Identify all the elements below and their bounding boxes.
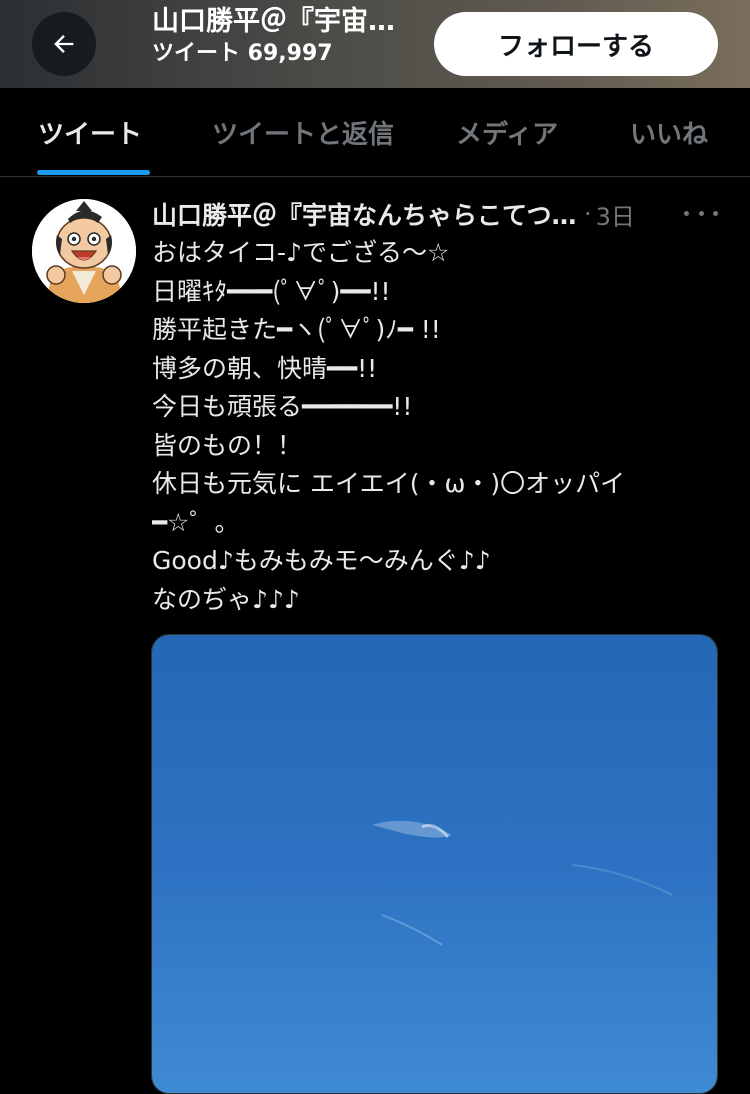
more-horizontal-icon xyxy=(684,210,689,216)
tweet-media-image[interactable] xyxy=(151,634,718,1094)
tab-likes[interactable]: いいね xyxy=(630,88,708,176)
follow-button[interactable]: フォローする xyxy=(434,12,718,76)
tab-media[interactable]: メディア xyxy=(456,88,558,176)
tweet-header: 山口勝平＠『宇宙なんちゃらこてつくん』 · 3日 xyxy=(152,196,722,232)
tab-tweets[interactable]: ツイート xyxy=(38,88,142,176)
tweet-line: ━☆゜。 xyxy=(152,507,240,537)
tweet-text: おはタイコ-♪でござる〜☆ 日曜ｷﾀ━━━(ﾟ∀ﾟ)━━!! 勝平起きた━ヽ(ﾟ… xyxy=(152,234,722,619)
tweet-author-name[interactable]: 山口勝平＠『宇宙なんちゃらこてつくん』 xyxy=(152,196,580,232)
tweet-line: 今日も頑張る━━━━━━!! xyxy=(152,392,413,421)
tweet-line: 休日も元気に エイエイ(・ω・)〇オッパイ xyxy=(152,469,626,498)
tweet-count: ツイート 69,997 xyxy=(152,41,333,66)
tweet-line: おはタイコ-♪でござる〜☆ xyxy=(152,238,450,267)
avatar-cartoon-icon xyxy=(32,199,136,303)
tweet-line: なのぢゃ♪♪♪ xyxy=(152,584,300,614)
separator-dot: · xyxy=(584,200,592,228)
active-tab-indicator xyxy=(37,170,150,175)
tweet-line: Good♪もみもみモ〜みんぐ♪♪ xyxy=(152,546,491,575)
tweet-line: 博多の朝、快晴━━!! xyxy=(152,353,378,383)
blue-sky-photo xyxy=(152,635,717,1093)
tweet-line: 日曜ｷﾀ━━━(ﾟ∀ﾟ)━━!! xyxy=(152,276,391,306)
avatar[interactable] xyxy=(32,199,136,303)
profile-name-title: 山口勝平＠『宇宙なんちゃらこてつくん』 xyxy=(152,6,402,37)
profile-tabs: ツイート ツイートと返信 メディア いいね xyxy=(0,88,750,177)
tweet-line: 勝平起きた━ヽ(ﾟ∀ﾟ)ﾉ━ !! xyxy=(152,315,441,344)
more-options-button[interactable] xyxy=(684,199,718,227)
arrow-left-icon xyxy=(54,35,74,53)
tweet-line: 皆のもの！！ xyxy=(152,430,303,460)
back-button[interactable] xyxy=(32,12,96,76)
profile-header: 山口勝平＠『宇宙なんちゃらこてつくん』 ツイート 69,997 フォローする xyxy=(0,0,750,88)
tweet-timestamp[interactable]: 3日 xyxy=(596,197,635,232)
tab-tweets-and-replies[interactable]: ツイートと返信 xyxy=(212,88,394,176)
